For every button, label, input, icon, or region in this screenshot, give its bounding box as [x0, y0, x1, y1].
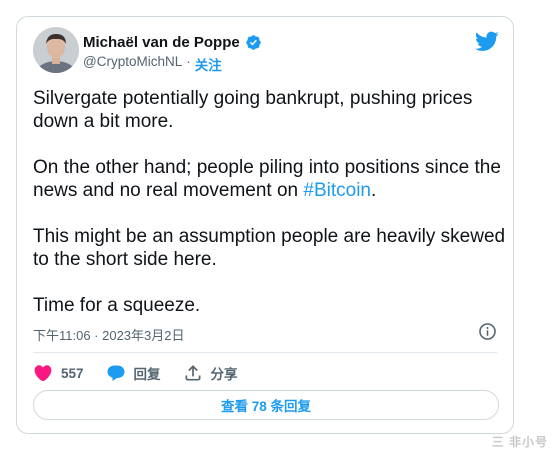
- author-handle-row: @CryptoMichNL · 关注: [83, 54, 222, 74]
- reply-button[interactable]: 回复: [106, 363, 161, 383]
- follow-button[interactable]: 关注: [195, 54, 222, 74]
- author-handle[interactable]: @CryptoMichNL: [83, 54, 182, 74]
- twitter-bird-icon[interactable]: [475, 29, 499, 53]
- tweet-paragraph: Silvergate potentially going bankrupt, p…: [33, 88, 473, 132]
- tweet-card: Michaël van de Poppe @CryptoMichNL · 关注 …: [16, 16, 514, 434]
- share-icon: [185, 365, 201, 381]
- heart-icon: [34, 365, 52, 382]
- tweet-text: Silvergate potentially going bankrupt, p…: [33, 87, 508, 317]
- tweet-paragraph: This might be an assumption people are h…: [33, 226, 506, 270]
- like-button[interactable]: 557: [33, 363, 84, 383]
- share-label: 分享: [210, 367, 238, 382]
- divider: [33, 352, 497, 353]
- tweet-text-segment: On the other hand; people piling into po…: [33, 157, 501, 201]
- avatar[interactable]: [33, 27, 79, 73]
- action-bar: 557 回复 分享: [33, 361, 260, 385]
- avatar-image: [33, 27, 79, 73]
- author-name-row: Michaël van de Poppe: [83, 34, 262, 51]
- tweet-paragraph: Time for a squeeze.: [33, 295, 201, 316]
- reply-bubble-icon: [106, 365, 125, 381]
- tweet-paragraph: On the other hand; people piling into po…: [33, 156, 508, 202]
- info-icon[interactable]: [478, 322, 497, 341]
- hashtag-link[interactable]: #Bitcoin: [303, 180, 371, 201]
- author-name[interactable]: Michaël van de Poppe: [83, 34, 240, 51]
- separator: ·: [186, 54, 191, 69]
- share-button[interactable]: 分享: [183, 363, 238, 383]
- tweet-timestamp[interactable]: 下午11:06 · 2023年3月2日: [33, 325, 185, 344]
- verified-badge-icon: [245, 35, 261, 50]
- view-replies-button[interactable]: 查看 78 条回复: [33, 390, 499, 420]
- reply-label: 回复: [133, 367, 161, 382]
- like-count: 557: [61, 365, 84, 381]
- watermark: 三 非小号: [491, 435, 548, 449]
- tweet-text-segment: .: [371, 180, 377, 201]
